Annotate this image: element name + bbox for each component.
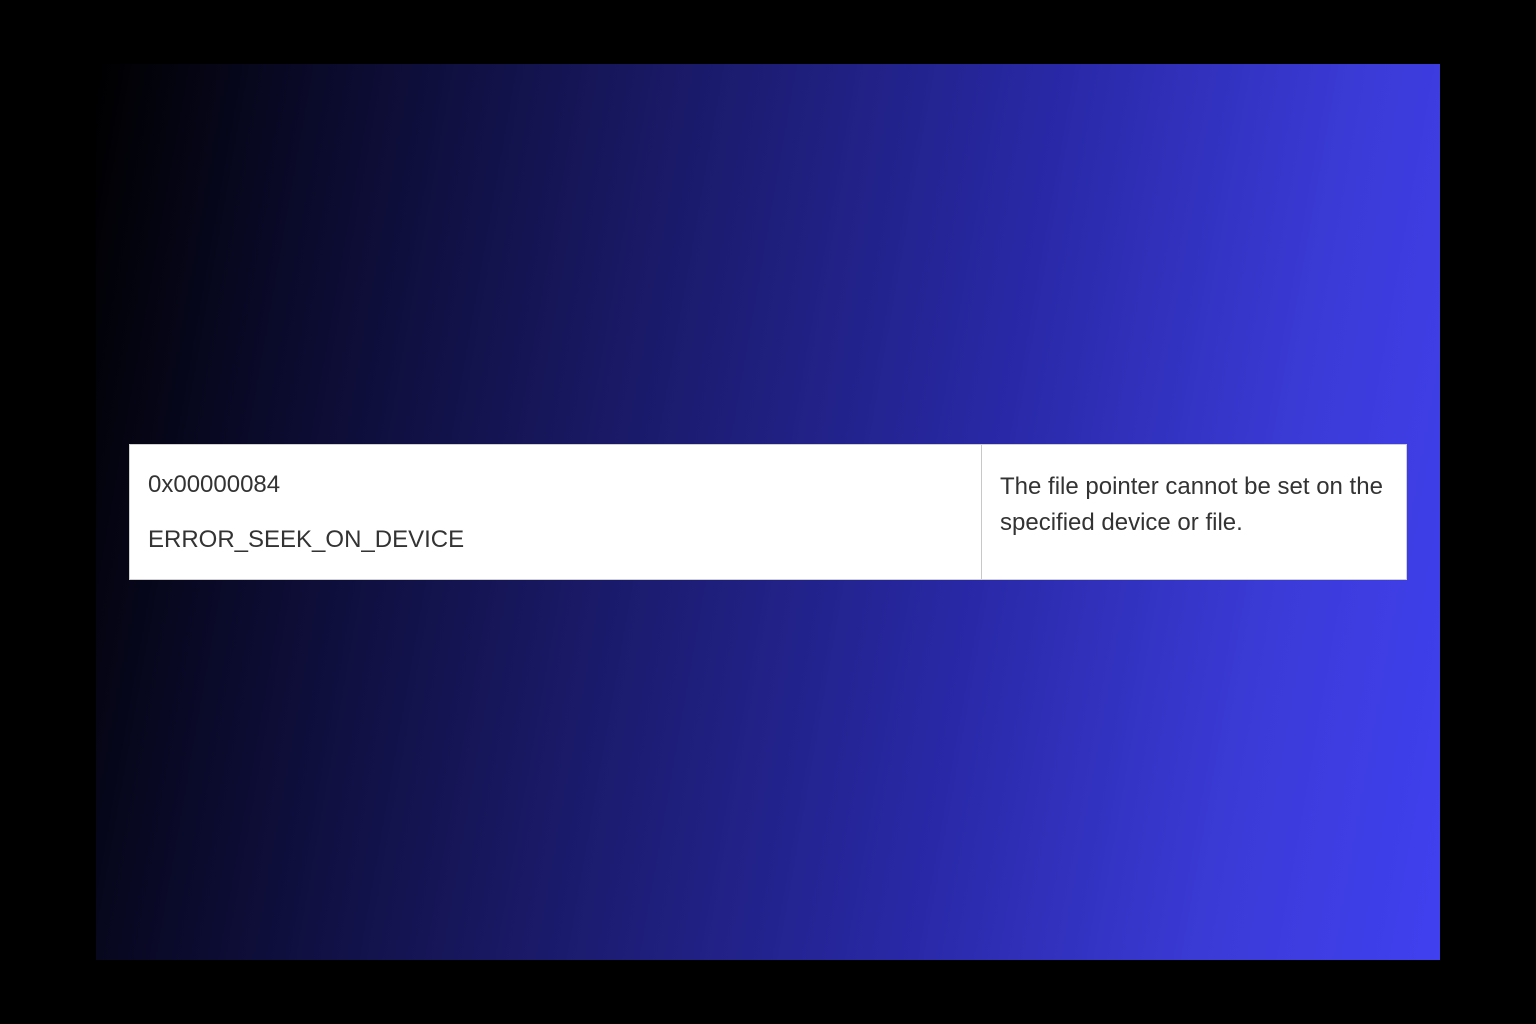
error-table-row: 0x00000084 ERROR_SEEK_ON_DEVICE The file… bbox=[129, 444, 1407, 580]
error-description-text: The file pointer cannot be set on the sp… bbox=[1000, 469, 1388, 541]
error-code-value: 0x00000084 bbox=[148, 469, 963, 500]
gradient-background: 0x00000084 ERROR_SEEK_ON_DEVICE The file… bbox=[96, 64, 1440, 960]
error-description-cell: The file pointer cannot be set on the sp… bbox=[982, 445, 1406, 579]
error-name-value: ERROR_SEEK_ON_DEVICE bbox=[148, 524, 963, 555]
error-code-cell: 0x00000084 ERROR_SEEK_ON_DEVICE bbox=[130, 445, 982, 579]
